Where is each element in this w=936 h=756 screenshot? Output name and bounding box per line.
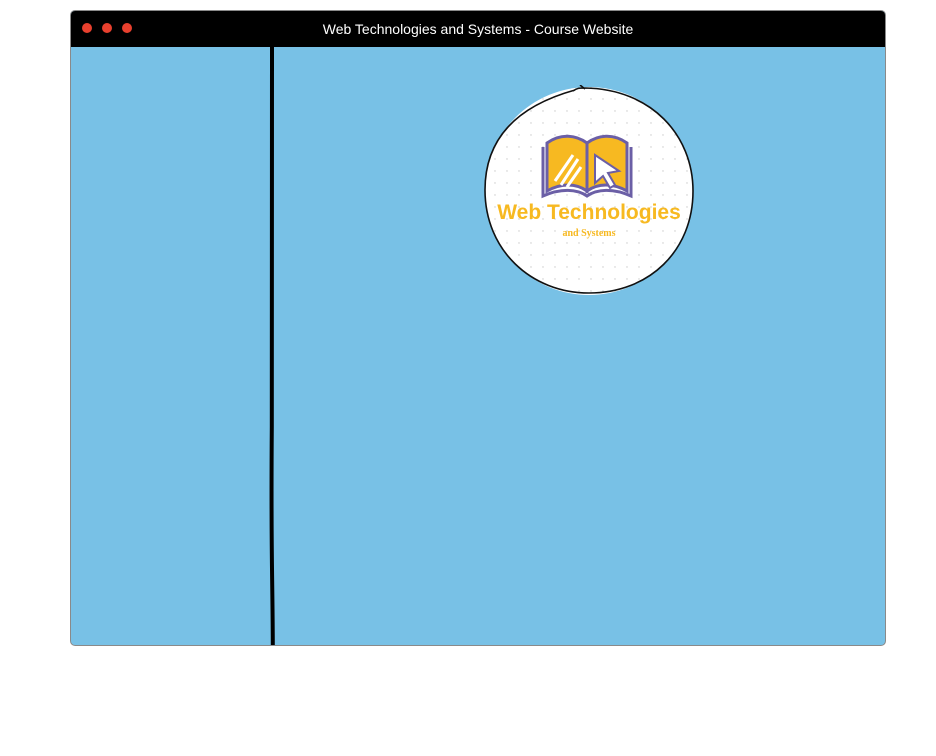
- logo-badge: Web Technologies and Systems: [484, 85, 694, 295]
- logo-title: Web Technologies: [497, 201, 681, 224]
- page-content: Web Technologies and Systems: [71, 47, 885, 645]
- open-book-with-cursor-icon: [541, 134, 633, 199]
- browser-window: Web Technologies and Systems - Course We…: [70, 10, 886, 646]
- sidebar: [71, 47, 271, 645]
- logo-subtitle: and Systems: [562, 228, 615, 239]
- course-logo: Web Technologies and Systems: [481, 85, 697, 301]
- window-title: Web Technologies and Systems - Course We…: [322, 21, 634, 37]
- main-area: Web Technologies and Systems: [275, 47, 885, 645]
- title-bar: Web Technologies and Systems - Course We…: [71, 11, 885, 47]
